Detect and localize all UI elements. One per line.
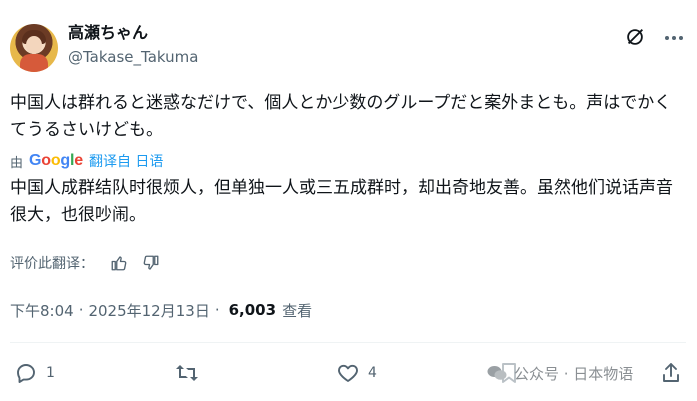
avatar-face (26, 36, 42, 54)
grok-icon[interactable] (624, 26, 646, 48)
translated-from-link[interactable]: 翻译自 日语 (89, 151, 163, 171)
heart-icon (338, 364, 358, 382)
repost-button[interactable] (174, 358, 200, 388)
user-handle[interactable]: @Takase_Takuma (68, 46, 198, 68)
translation-attribution: 由 Google 翻译自 日语 (10, 151, 163, 171)
google-letter: e (74, 152, 83, 169)
separator: · (214, 301, 220, 319)
display-name[interactable]: 高瀬ちゃん (68, 23, 198, 43)
divider (10, 342, 686, 343)
reply-icon (17, 364, 35, 383)
translated-post-text: 中国人成群结队时很烦人，但单独一人或三五成群时，却出奇地友善。虽然他们说话声音很… (10, 178, 673, 225)
user-names: 高瀬ちゃん @Takase_Takuma (68, 23, 198, 68)
share-button[interactable] (660, 358, 682, 388)
translated-by-label: 由 (10, 155, 24, 171)
post-metadata: 下午8:04 · 2025年12月13日 · 6,003 查看 (10, 298, 312, 322)
more-options-icon[interactable] (662, 26, 686, 50)
separator: · (78, 301, 84, 319)
thumbs-up-icon[interactable] (108, 252, 130, 274)
like-button[interactable]: 4 (336, 358, 377, 388)
watermark: 公众号 · 日本物语 (486, 360, 634, 386)
avatar-dress (20, 54, 48, 72)
post-date[interactable]: 2025年12月13日 (88, 300, 209, 321)
watermark-text: 公众号 · 日本物语 (514, 364, 634, 383)
post-time[interactable]: 下午8:04 (10, 300, 74, 321)
share-icon (663, 363, 679, 382)
repost-icon (176, 365, 198, 381)
rate-translation-label: 评价此翻译： (10, 256, 94, 272)
google-letter: o (50, 152, 61, 169)
wechat-icon (487, 366, 507, 380)
google-letter: g (60, 152, 70, 169)
like-count: 4 (368, 365, 377, 381)
rate-translation: 评价此翻译： (10, 251, 172, 275)
reply-button[interactable]: 1 (14, 358, 55, 388)
reply-count: 1 (46, 365, 55, 381)
google-letter: G (29, 152, 42, 169)
google-logo: Google (29, 152, 83, 170)
avatar[interactable] (10, 24, 58, 72)
original-post-text: 中国人は群れると迷惑なだけで、個人とか少数のグループだと案外まとも。声はでかくて… (10, 93, 672, 140)
google-letter: o (41, 152, 51, 169)
post-header: 高瀬ちゃん @Takase_Takuma (10, 20, 690, 76)
views-count: 6,003 (228, 301, 277, 319)
views-label: 查看 (282, 301, 313, 320)
thumbs-down-icon[interactable] (140, 252, 162, 274)
